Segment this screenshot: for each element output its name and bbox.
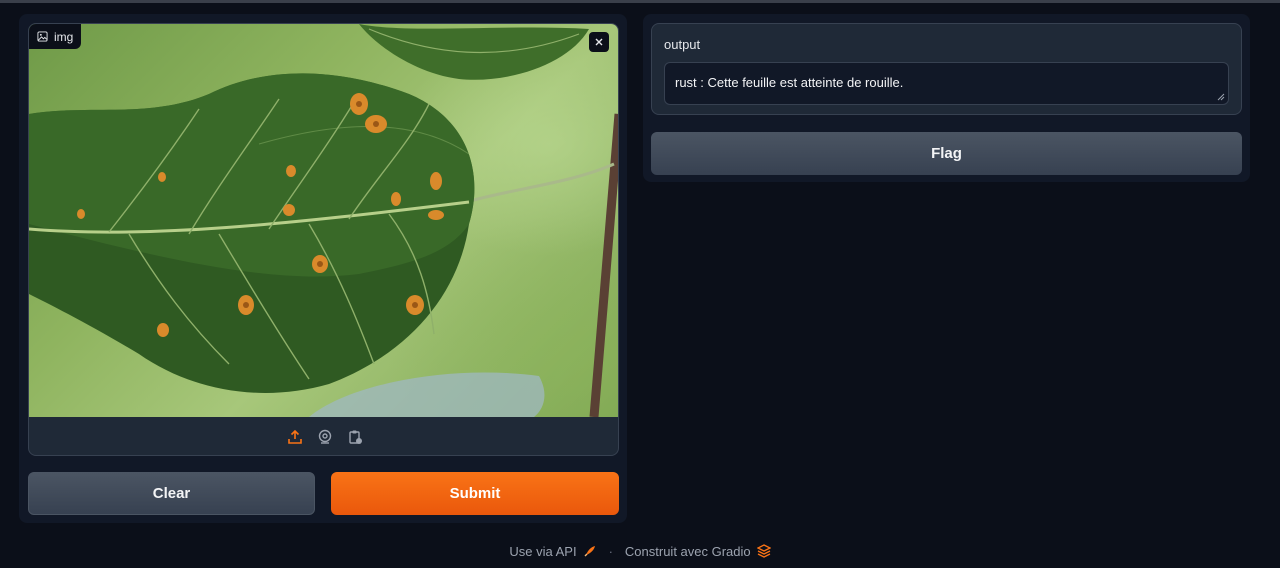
leaf-photo [29, 24, 618, 417]
leaf-image [29, 24, 618, 417]
submit-button[interactable]: Submit [331, 472, 619, 515]
footer-separator: · [608, 543, 613, 559]
close-icon [595, 38, 603, 46]
resize-handle-icon[interactable] [1217, 93, 1225, 101]
gradio-logo-icon [756, 544, 771, 558]
window-top-border [0, 0, 1280, 3]
output-label: output [664, 37, 701, 52]
output-textbox[interactable]: rust : Cette feuille est atteinte de rou… [664, 62, 1229, 105]
gradio-link[interactable]: Construit avec Gradio [625, 544, 771, 559]
use-via-api-link[interactable]: Use via API [509, 544, 596, 559]
webcam-icon [318, 429, 331, 444]
built-with-text: Construit avec Gradio [624, 543, 751, 559]
image-icon [37, 31, 48, 42]
image-input[interactable]: img [28, 23, 619, 456]
clear-button[interactable]: Clear [28, 472, 315, 515]
image-input-label: img [29, 24, 82, 49]
upload-button[interactable] [286, 428, 304, 446]
footer: Use via API · Construit avec Gradio [0, 541, 1280, 561]
image-input-label-text: img [54, 29, 74, 44]
output-value: rust : Cette feuille est atteinte de rou… [675, 75, 904, 90]
image-source-bar [29, 417, 618, 455]
clipboard-button[interactable] [346, 428, 364, 446]
upload-icon [287, 429, 302, 444]
close-button[interactable] [589, 32, 609, 52]
output-textbox-container: output rust : Cette feuille est atteinte… [651, 23, 1242, 115]
rocket-icon [584, 546, 595, 557]
use-via-api-text: Use via API [509, 543, 577, 559]
webcam-button[interactable] [316, 428, 334, 446]
flag-button[interactable]: Flag [651, 132, 1242, 175]
clipboard-icon [348, 430, 362, 444]
